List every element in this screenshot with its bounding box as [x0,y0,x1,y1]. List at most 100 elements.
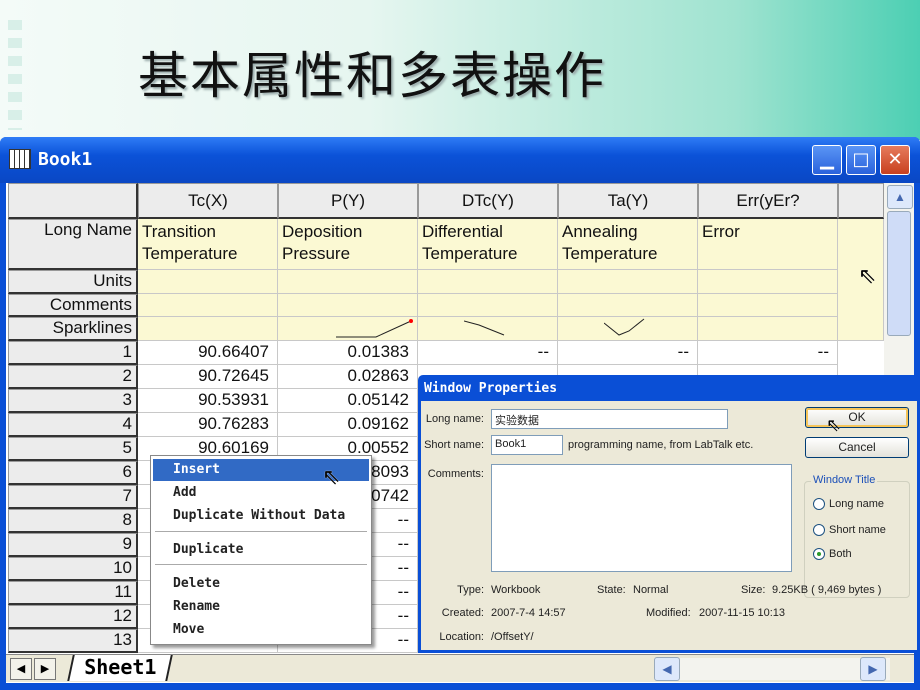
row-number[interactable]: 10 [8,557,138,581]
slide-title: 基本属性和多表操作 [138,48,606,104]
data-cell[interactable]: 0.02863 [278,365,418,389]
row-label-sparklines[interactable]: Sparklines [8,317,138,341]
close-button[interactable]: ✕ [880,145,910,175]
row-number[interactable]: 7 [8,485,138,509]
long-name-input[interactable]: 实验数据 [491,409,728,429]
row-label-long-name[interactable]: Long Name [8,219,138,270]
radio-short-name[interactable]: Short name [813,524,886,537]
location-value: /OffsetY/ [491,631,534,643]
long-name-cell[interactable]: Deposition Pressure [278,219,418,270]
row-label-units[interactable]: Units [8,270,138,294]
row-number[interactable]: 6 [8,461,138,485]
row-number[interactable]: 3 [8,389,138,413]
long-name-cell[interactable]: Differential Temperature [418,219,558,270]
row-number[interactable]: 1 [8,341,138,365]
comments-textarea[interactable] [491,464,792,572]
sparkline-cell[interactable] [138,317,278,341]
scroll-right-button[interactable]: ▶ [860,657,886,681]
created-value: 2007-7-4 14:57 [491,607,566,619]
column-header[interactable]: P(Y) [278,183,418,219]
row-number[interactable]: 8 [8,509,138,533]
units-cell[interactable] [278,270,418,294]
column-header[interactable]: Err(yEr? [698,183,838,219]
comments-cell[interactable] [138,294,278,317]
group-title: Window Title [811,474,878,486]
horizontal-scrollbar[interactable]: ◀ ▶ [654,657,890,681]
row-number[interactable]: 13 [8,629,138,653]
window-properties-dialog: Window Properties Long name: 实验数据 Short … [418,375,920,653]
scroll-left-button[interactable]: ◀ [654,657,680,681]
data-cell[interactable]: 90.53931 [138,389,278,413]
cancel-button[interactable]: Cancel [805,437,909,458]
minimize-button[interactable]: ▁ [812,145,842,175]
units-cell[interactable] [558,270,698,294]
short-name-input[interactable]: Book1 [491,435,563,455]
modified-label: Modified: [646,607,691,619]
column-header[interactable] [838,183,884,219]
state-value: Normal [633,584,669,596]
tab-prev-button[interactable]: ◀ [10,658,32,680]
row-number[interactable]: 9 [8,533,138,557]
column-header[interactable]: Ta(Y) [558,183,698,219]
menu-separator [155,564,367,565]
corner-cell[interactable] [8,183,138,219]
data-cell[interactable]: 0.09162 [278,413,418,437]
data-cell[interactable]: -- [558,341,698,365]
data-cell[interactable]: 90.72645 [138,365,278,389]
window-titlebar[interactable]: Book1 ▁ □ ✕ [0,137,920,183]
comments-cell[interactable] [698,294,838,317]
data-cell[interactable]: 90.66407 [138,341,278,365]
row-number[interactable]: 2 [8,365,138,389]
data-cell[interactable]: -- [698,341,838,365]
state-label: State: [597,584,626,596]
type-value: Workbook [491,584,541,596]
menu-item-duplicate[interactable]: Duplicate [153,539,369,561]
comments-cell[interactable] [558,294,698,317]
menu-item-rename[interactable]: Rename [153,596,369,618]
long-name-cell[interactable]: Annealing Temperature [558,219,698,270]
row-number[interactable]: 12 [8,605,138,629]
long-name-label: Long name: [425,413,484,425]
window-title: Book1 [38,149,93,170]
data-cell[interactable]: 0.05142 [278,389,418,413]
dialog-title: Window Properties [424,381,558,396]
maximize-button[interactable]: □ [846,145,876,175]
long-name-cell[interactable]: Error [698,219,838,270]
units-cell[interactable] [138,270,278,294]
size-label: Size: [741,584,766,596]
menu-item-move[interactable]: Move [153,619,369,641]
comments-cell[interactable] [278,294,418,317]
row-label-comments[interactable]: Comments [8,294,138,317]
tab-next-button[interactable]: ▶ [34,658,56,680]
type-label: Type: [457,584,484,596]
units-cell[interactable] [418,270,558,294]
units-cell[interactable] [698,270,838,294]
sparkline [604,318,645,336]
radio-both[interactable]: Both [813,548,852,561]
scroll-up-button[interactable]: ▲ [887,185,913,209]
tab-sheet1[interactable]: Sheet1 [67,655,174,681]
menu-item-delete[interactable]: Delete [153,573,369,595]
data-cell[interactable]: 0.01383 [278,341,418,365]
menu-item-duplicate-without-data[interactable]: Duplicate Without Data [153,505,369,527]
short-name-hint: programming name, from LabTalk etc. [568,439,754,451]
column-header[interactable]: DTc(Y) [418,183,558,219]
scroll-thumb[interactable] [887,211,911,336]
modified-value: 2007-11-15 10:13 [699,607,786,619]
data-cell[interactable]: 90.76283 [138,413,278,437]
sparkline [464,320,505,336]
sparkline [336,319,413,338]
row-number[interactable]: 5 [8,437,138,461]
long-name-cell[interactable]: Transition Temperature [138,219,278,270]
row-number[interactable]: 11 [8,581,138,605]
column-header[interactable]: Tc(X) [138,183,278,219]
sparkline-cell[interactable] [698,317,838,341]
menu-separator [155,531,367,532]
radio-long-name[interactable]: Long name [813,498,884,511]
window-title-group: Window Title Long name Short name Both [804,474,910,598]
short-name-label: Short name: [424,439,484,451]
comments-cell[interactable] [418,294,558,317]
data-cell[interactable]: -- [418,341,558,365]
ok-button[interactable]: OK [805,407,909,428]
row-number[interactable]: 4 [8,413,138,437]
